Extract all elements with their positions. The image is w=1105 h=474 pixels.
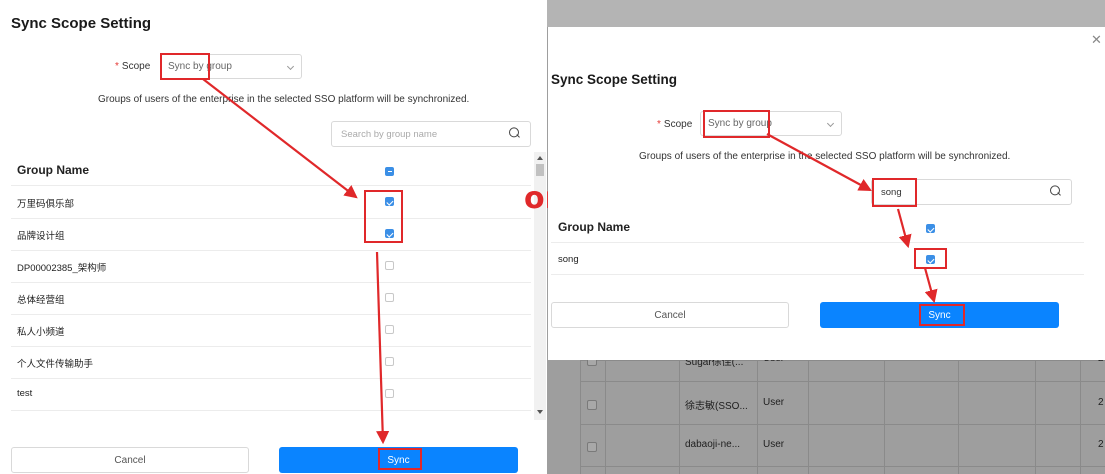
bg-divider (580, 360, 1105, 361)
search-icon[interactable] (509, 127, 520, 138)
right-dialog: ✕ Sync Scope Setting * Scope Sync by grou… (548, 27, 1105, 360)
group-row-name: 品牌设计组 (17, 231, 65, 242)
bg-row-line (580, 381, 1105, 382)
annotation-box-sync (378, 448, 422, 470)
bg-user-name: dabaoji-ne... (685, 439, 741, 450)
select-all-checkbox[interactable] (926, 224, 935, 233)
group-row-name: DP00002385_架构师 (17, 263, 107, 274)
group-row-name: song (558, 254, 579, 265)
annotation-box-scope (160, 53, 210, 80)
divider (551, 274, 1084, 275)
divider (11, 250, 531, 251)
bg-user-role: User (763, 439, 785, 450)
divider (11, 410, 531, 411)
annotation-box-checkbox (914, 248, 947, 269)
bg-column-line (605, 360, 606, 474)
close-icon[interactable]: ✕ (1091, 32, 1102, 48)
bg-user-role: User (763, 397, 785, 408)
bg-user-name: 徐志敏(SSO... (685, 401, 748, 412)
group-row-checkbox[interactable] (385, 357, 394, 366)
group-row-name: 个人文件传输助手 (17, 359, 94, 370)
required-mark: * (115, 61, 119, 72)
group-search-input[interactable]: Search by group name (331, 121, 531, 147)
background-top-bar (547, 0, 1105, 27)
chevron-down-icon (286, 62, 295, 70)
divider (11, 218, 531, 219)
bg-column-line (1080, 360, 1081, 474)
bg-trailing-value: 2 (1098, 439, 1104, 450)
bg-column-line (808, 360, 809, 474)
bg-trailing-value: 2 (1098, 397, 1104, 408)
scope-label: * Scope (115, 61, 150, 72)
divider (11, 282, 531, 283)
group-row-checkbox[interactable] (385, 293, 394, 302)
search-placeholder: Search by group name (341, 128, 438, 140)
scope-label-text: Scope (121, 61, 151, 72)
group-name-header: Group Name (558, 220, 631, 234)
left-dialog: Sync Scope Setting * Scope Sync by group … (0, 0, 547, 474)
sync-description: Groups of users of the enterprise in the… (98, 94, 470, 105)
scope-label-text: Scope (663, 119, 693, 130)
select-all-checkbox[interactable] (385, 167, 394, 176)
search-icon[interactable] (1050, 185, 1061, 196)
annotation-box-sync (919, 304, 965, 326)
bg-column-line (958, 360, 959, 474)
bg-row-line (580, 424, 1105, 425)
group-row-name: 万里码俱乐部 (17, 199, 75, 210)
divider (11, 346, 531, 347)
group-row-checkbox[interactable] (385, 325, 394, 334)
divider (11, 314, 531, 315)
required-mark: * (657, 119, 661, 130)
group-row-checkbox[interactable] (385, 261, 394, 270)
group-row-name: test (17, 388, 33, 399)
chevron-down-icon (826, 119, 835, 127)
bg-column-line (1035, 360, 1036, 474)
divider (11, 185, 531, 186)
divider (11, 378, 531, 379)
bg-row-checkbox (587, 400, 597, 410)
annotation-box-search (872, 178, 917, 207)
bg-column-line (757, 360, 758, 474)
group-name-header: Group Name (17, 163, 90, 177)
scope-label: * Scope (657, 119, 692, 130)
group-row-name: 私人小频道 (17, 327, 65, 338)
annotation-box-scope (703, 110, 770, 138)
annotation-box-checkboxes (364, 190, 403, 243)
scroll-up-arrow[interactable] (537, 156, 543, 160)
divider (551, 242, 1084, 243)
group-row-name: 总体经营组 (17, 295, 65, 306)
group-row-checkbox[interactable] (385, 389, 394, 398)
bg-row-checkbox (587, 442, 597, 452)
cancel-button[interactable]: Cancel (551, 302, 789, 328)
bg-column-line (884, 360, 885, 474)
bg-row-line (580, 466, 1105, 467)
cancel-button[interactable]: Cancel (11, 447, 249, 473)
scroll-thumb[interactable] (536, 164, 544, 176)
dialog-title: Sync Scope Setting (551, 72, 678, 87)
dialog-title: Sync Scope Setting (11, 15, 152, 32)
bg-column-line (580, 360, 581, 474)
scroll-down-arrow[interactable] (537, 410, 543, 414)
bg-column-line (679, 360, 680, 474)
sync-description: Groups of users of the enterprise in the… (639, 151, 1011, 162)
